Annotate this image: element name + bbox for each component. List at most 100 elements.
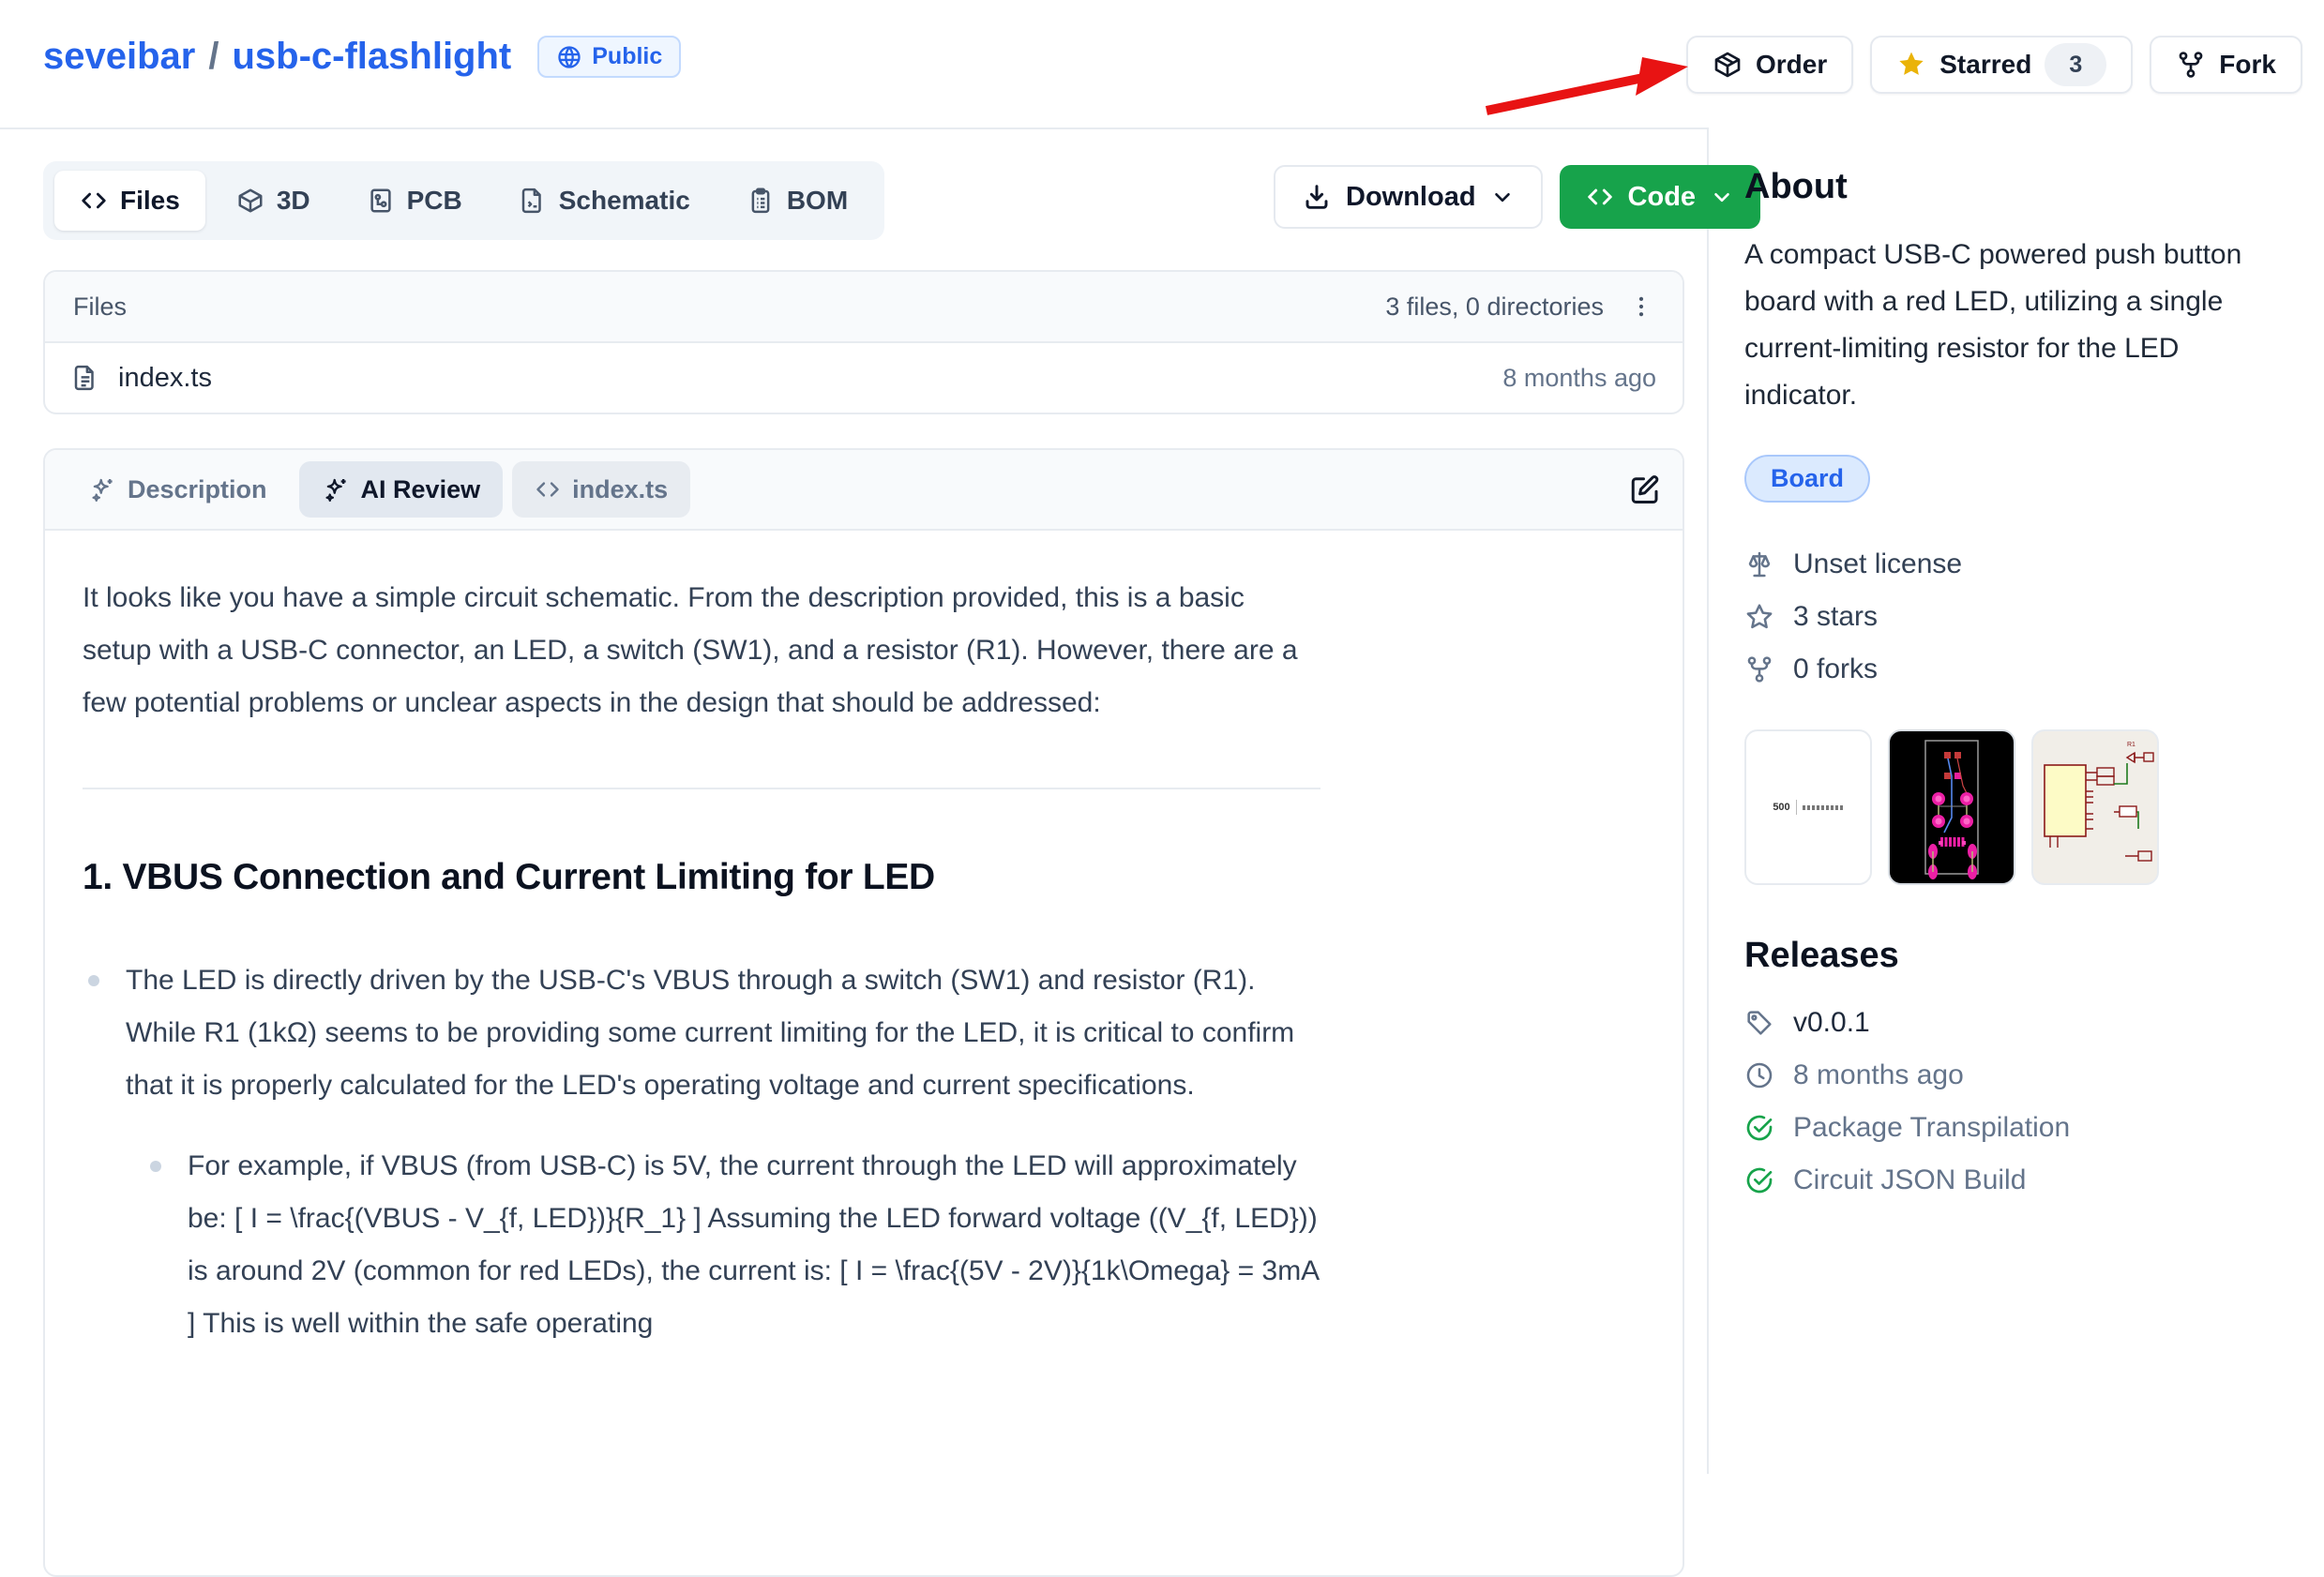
review-section-heading: 1. VBUS Connection and Current Limiting … [83, 855, 1320, 900]
code-icon [1586, 183, 1614, 211]
repo-link[interactable]: usb-c-flashlight [232, 36, 511, 78]
download-button[interactable]: Download [1274, 165, 1543, 229]
thumbnail-pcb-preview[interactable] [1888, 729, 2015, 885]
tab-3d[interactable]: 3D [211, 171, 336, 231]
tab-pcb-label: PCB [407, 186, 462, 216]
public-badge-label: Public [592, 43, 662, 70]
star-count-badge: 3 [2045, 43, 2106, 86]
chevron-down-icon [1490, 185, 1515, 209]
globe-icon [556, 44, 582, 70]
stars-label: 3 stars [1793, 601, 1878, 633]
cube-icon [236, 187, 264, 215]
thumbnail-error-text [1803, 805, 1844, 810]
code-icon [80, 187, 108, 215]
edit-button[interactable] [1628, 473, 1662, 506]
about-title: About [1744, 167, 2270, 207]
pcb-icon [367, 187, 395, 215]
file-name: index.ts [118, 363, 212, 394]
viewer-tab-ai-review[interactable]: AI Review [299, 461, 504, 518]
fork-button[interactable]: Fork [2150, 36, 2302, 94]
file-row[interactable]: index.ts 8 months ago [45, 343, 1683, 413]
releases-title: Releases [1744, 936, 2270, 976]
release-version-row[interactable]: v0.0.1 [1744, 997, 2270, 1049]
releases-section: Releases v0.0.1 8 months ago Package Tra… [1744, 936, 2270, 1207]
tab-files[interactable]: Files [54, 171, 205, 231]
breadcrumb-separator: / [208, 36, 219, 78]
repo-meta: Unset license 3 stars 0 forks [1744, 538, 2270, 696]
files-panel: Files 3 files, 0 directories index.ts 8 … [43, 270, 1684, 414]
repo-action-buttons: Order Starred 3 Fork [1686, 36, 2302, 94]
pcb-preview-image [1890, 731, 2014, 883]
code-icon [535, 476, 561, 503]
file-updated: 8 months ago [1502, 364, 1656, 393]
thumbnail-3d-preview[interactable]: 500 [1744, 729, 1872, 885]
code-button-label: Code [1628, 182, 1697, 213]
check-circle-icon [1744, 1165, 1774, 1195]
tab-schematic[interactable]: Schematic [493, 171, 716, 231]
release-age-row: 8 months ago [1744, 1049, 2270, 1102]
forks-row[interactable]: 0 forks [1744, 643, 2270, 696]
check-circle-icon [1744, 1113, 1774, 1143]
download-button-label: Download [1346, 182, 1476, 213]
tab-3d-label: 3D [277, 186, 310, 216]
review-bullet-list: The LED is directly driven by the USB-C'… [83, 954, 1320, 1350]
sidebar: About A compact USB-C powered push butto… [1744, 167, 2270, 1207]
topic-tag-board[interactable]: Board [1744, 455, 1870, 503]
tab-bom[interactable]: BOM [721, 171, 873, 231]
clock-icon [1744, 1060, 1774, 1090]
code-button[interactable]: Code [1560, 165, 1761, 229]
viewer-tab-index-ts-label: index.ts [572, 475, 668, 504]
public-badge: Public [537, 36, 681, 78]
download-icon [1302, 182, 1332, 212]
stars-row[interactable]: 3 stars [1744, 591, 2270, 643]
release-check-circuit-json: Circuit JSON Build [1744, 1154, 2270, 1207]
svg-text:R1: R1 [2127, 742, 2135, 748]
viewer-tab-index-ts[interactable]: index.ts [512, 461, 690, 518]
tab-bom-label: BOM [787, 186, 848, 216]
release-check-label: Circuit JSON Build [1793, 1164, 2026, 1196]
sparkles-icon [88, 475, 116, 503]
fork-icon [2176, 50, 2206, 80]
viewer-tabbar: Description AI Review index.ts [45, 450, 1683, 531]
scale-icon [1744, 549, 1774, 579]
release-check-transpilation: Package Transpilation [1744, 1102, 2270, 1154]
package-icon [1713, 50, 1743, 80]
sidebar-divider [1707, 128, 1709, 1474]
license-label: Unset license [1793, 548, 1962, 580]
files-panel-header: Files 3 files, 0 directories [45, 272, 1683, 343]
content-divider [83, 788, 1320, 789]
tab-schematic-label: Schematic [559, 186, 690, 216]
tab-files-label: Files [120, 186, 180, 216]
files-count-summary: 3 files, 0 directories [1385, 293, 1604, 322]
fork-icon [1744, 654, 1774, 684]
starred-button[interactable]: Starred 3 [1870, 36, 2133, 94]
pencil-square-icon [1628, 473, 1662, 506]
thumbnail-schematic-preview[interactable]: R1 [2031, 729, 2159, 885]
header-divider [0, 128, 1707, 129]
preview-thumbnails: 500 [1744, 729, 2270, 885]
kebab-menu-icon[interactable] [1628, 293, 1654, 320]
tag-icon [1744, 1008, 1774, 1038]
review-intro: It looks like you have a simple circuit … [83, 572, 1320, 729]
chevron-down-icon [1710, 185, 1734, 209]
release-version: v0.0.1 [1793, 1007, 1870, 1039]
release-check-label: Package Transpilation [1793, 1112, 2070, 1144]
release-age: 8 months ago [1793, 1059, 1964, 1091]
forks-label: 0 forks [1793, 653, 1878, 685]
order-button[interactable]: Order [1686, 36, 1853, 94]
star-outline-icon [1744, 602, 1774, 632]
clipboard-icon [747, 187, 775, 215]
toolbar-actions: Download Code [1274, 165, 1760, 229]
owner-link[interactable]: seveibar [43, 36, 195, 78]
viewer-tab-description[interactable]: Description [66, 461, 290, 518]
review-bullet: The LED is directly driven by the USB-C'… [126, 954, 1320, 1350]
review-sub-bullet: For example, if VBUS (from USB-C) is 5V,… [188, 1140, 1320, 1350]
order-button-label: Order [1756, 50, 1827, 80]
about-description: A compact USB-C powered push button boar… [1744, 232, 2270, 419]
tab-pcb[interactable]: PCB [341, 171, 488, 231]
fork-button-label: Fork [2219, 50, 2276, 80]
view-tabbar: Files 3D PCB Schematic BOM [43, 161, 884, 240]
sparkles-icon [322, 475, 350, 503]
viewer-tab-description-label: Description [128, 475, 267, 504]
starred-button-label: Starred [1939, 50, 2031, 80]
